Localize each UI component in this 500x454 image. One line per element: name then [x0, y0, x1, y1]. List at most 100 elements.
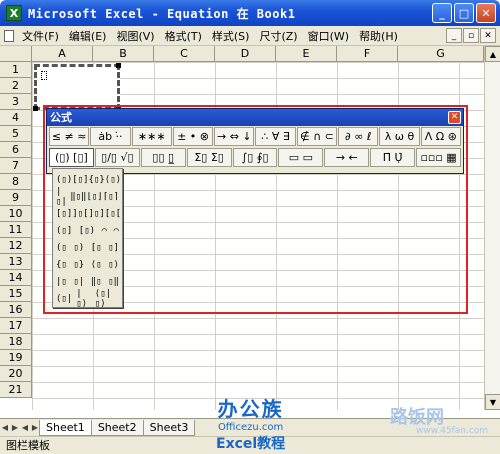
template-item[interactable]: {▯ [56, 260, 67, 270]
row-header[interactable]: 18 [0, 334, 32, 350]
menu-window[interactable]: 窗口(W) [303, 28, 354, 44]
scroll-up-icon[interactable]: ▲ [485, 46, 500, 62]
column-header-f[interactable]: F [337, 46, 398, 62]
column-header-e[interactable]: E [276, 46, 337, 62]
template-item[interactable]: ⟨▯ [91, 260, 102, 270]
template-item[interactable]: {▯} [89, 175, 105, 185]
template-item[interactable]: [▯[ [105, 209, 121, 219]
template-item[interactable]: ]▯[ [72, 209, 88, 219]
template-item[interactable]: ⌒ [114, 226, 119, 236]
set-theory-symbols-button[interactable]: ∉ ∩ ⊂ [296, 127, 338, 146]
doc-close-button[interactable]: ✕ [480, 28, 496, 43]
tab-nav-next-icon[interactable]: ▶ [10, 423, 20, 432]
tab-sheet2[interactable]: Sheet2 [90, 419, 144, 436]
template-item[interactable]: ▯⟩ [108, 260, 119, 270]
equation-insertion-slot[interactable] [41, 71, 47, 80]
template-item[interactable]: ▯} [73, 260, 84, 270]
maximize-button[interactable]: □ [454, 3, 474, 23]
resize-handle[interactable] [33, 106, 38, 111]
row-header[interactable]: 2 [0, 78, 32, 94]
row-header[interactable]: 8 [0, 174, 32, 190]
row-header[interactable]: 21 [0, 382, 32, 398]
minimize-button[interactable]: _ [432, 3, 452, 23]
row-header[interactable]: 19 [0, 350, 32, 366]
scroll-down-icon[interactable]: ▼ [485, 394, 500, 410]
template-item[interactable]: (▯ [56, 243, 67, 253]
arrow-symbols-button[interactable]: → ⇔ ↓ [214, 127, 255, 146]
template-item[interactable]: [▯) [79, 226, 95, 236]
tab-sheet3[interactable]: Sheet3 [142, 419, 196, 436]
row-header[interactable]: 13 [0, 254, 32, 270]
template-item[interactable]: ▯| [73, 277, 84, 287]
matrix-templates-button[interactable]: ▫▫▫ ▦ [416, 148, 462, 167]
palette-close-button[interactable]: ✕ [448, 111, 461, 124]
row-header[interactable]: 6 [0, 142, 32, 158]
template-item[interactable]: ⟨▯|▯⟩ [95, 289, 119, 309]
resize-handle[interactable] [116, 63, 121, 68]
row-header[interactable]: 15 [0, 286, 32, 302]
summation-templates-button[interactable]: Σ▯ Σ▯ [186, 148, 232, 167]
template-item[interactable]: ⟨▯⟩ [105, 175, 121, 185]
template-item[interactable]: (▯] [56, 226, 72, 236]
doc-minimize-button[interactable]: _ [446, 28, 462, 43]
operator-symbols-button[interactable]: ± • ⊗ [172, 127, 214, 146]
underbar-overbar-templates-button[interactable]: ▭ ▭ [278, 148, 324, 167]
template-item[interactable]: ▯‖ [108, 277, 119, 287]
template-item[interactable]: ‖▯ [91, 277, 102, 287]
column-header-c[interactable]: C [154, 46, 215, 62]
row-header[interactable]: 17 [0, 318, 32, 334]
template-item[interactable]: (▯) [56, 175, 72, 185]
row-header[interactable]: 9 [0, 190, 32, 206]
greek-uppercase-button[interactable]: Λ Ω ⊛ [420, 127, 461, 146]
template-item[interactable]: [▯] [56, 209, 72, 219]
row-header[interactable]: 3 [0, 94, 32, 110]
embellishments-button[interactable]: ∗∗∗ [131, 127, 172, 146]
row-header[interactable]: 11 [0, 222, 32, 238]
palette-title-bar[interactable]: 公式 ✕ [47, 109, 463, 126]
menu-size[interactable]: 尺寸(Z) [254, 28, 302, 44]
template-item[interactable]: ⌈▯⌉ [103, 192, 119, 202]
row-header[interactable]: 16 [0, 302, 32, 318]
tab-nav-prev-icon[interactable]: ◀ [0, 423, 10, 432]
menu-view[interactable]: 视图(V) [111, 28, 159, 44]
row-header[interactable]: 4 [0, 110, 32, 126]
row-header[interactable]: 5 [0, 126, 32, 142]
tab-nav-prev-icon[interactable]: ◀ [20, 423, 30, 432]
spaces-ellipses-button[interactable]: ȧb ·̇· [90, 127, 131, 146]
column-header-g[interactable]: G [398, 46, 484, 62]
template-item[interactable]: [▯ [91, 243, 102, 253]
row-header[interactable]: 20 [0, 366, 32, 382]
template-item[interactable]: ]▯] [89, 209, 105, 219]
template-item[interactable]: ▯] [108, 243, 119, 253]
menu-format[interactable]: 格式(T) [160, 28, 207, 44]
greek-lowercase-button[interactable]: λ ω θ [379, 127, 420, 146]
product-set-templates-button[interactable]: Π̇ Ụ̇ [370, 148, 416, 167]
column-header-a[interactable]: A [32, 46, 93, 62]
template-item[interactable]: [▯] [72, 175, 88, 185]
template-item[interactable]: ‖▯‖ [70, 192, 86, 202]
close-button[interactable]: ✕ [476, 3, 496, 23]
template-item[interactable]: ⌒ [102, 226, 107, 236]
row-header[interactable]: 7 [0, 158, 32, 174]
logical-symbols-button[interactable]: ∴ ∀ ∃ [255, 127, 296, 146]
tab-sheet1[interactable]: Sheet1 [39, 419, 92, 436]
column-header-d[interactable]: D [215, 46, 276, 62]
vertical-scrollbar[interactable]: ▲ ▼ [484, 46, 500, 410]
row-header[interactable]: 12 [0, 238, 32, 254]
row-header[interactable]: 10 [0, 206, 32, 222]
menu-help[interactable]: 帮助(H) [354, 28, 403, 44]
menu-file[interactable]: 文件(F) [17, 28, 64, 44]
integral-templates-button[interactable]: ∫▯ ∮▯ [232, 148, 278, 167]
menu-style[interactable]: 样式(S) [207, 28, 255, 44]
template-item[interactable]: ⌊▯⌋ [86, 192, 102, 202]
row-header[interactable]: 1 [0, 62, 32, 78]
template-item[interactable]: ▯) [73, 243, 84, 253]
fraction-radical-templates-button[interactable]: ▯/▯ √▯ [94, 148, 140, 167]
misc-symbols-button[interactable]: ∂ ∞ ℓ [338, 127, 379, 146]
menu-edit[interactable]: 编辑(E) [64, 28, 112, 44]
fence-templates-button[interactable]: (▯) [▯] [49, 148, 94, 167]
doc-restore-button[interactable]: ▫ [463, 28, 479, 43]
template-item[interactable]: |▯ [56, 277, 67, 287]
template-item[interactable]: ⟨▯| [56, 294, 72, 304]
column-header-b[interactable]: B [93, 46, 154, 62]
